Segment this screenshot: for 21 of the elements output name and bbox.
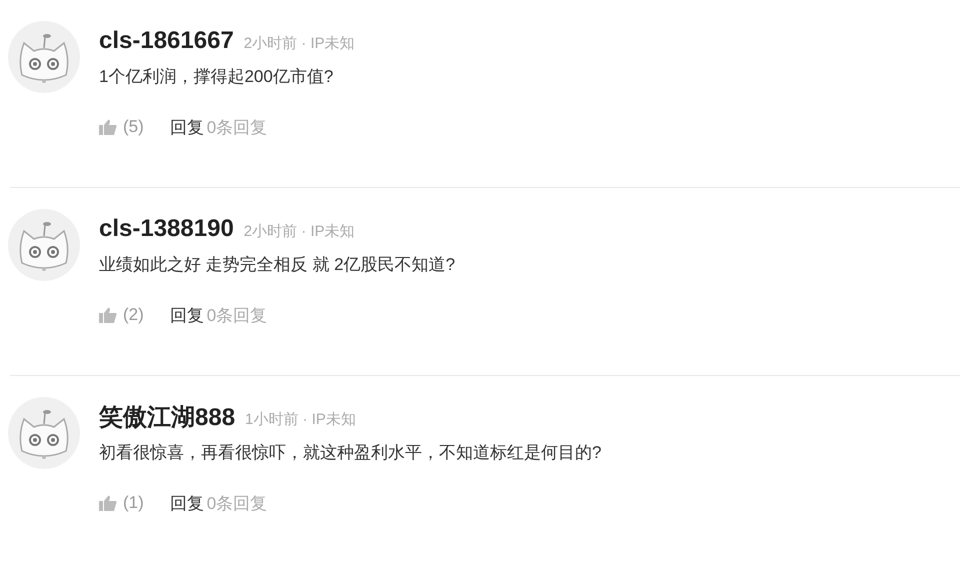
thumbs-up-icon[interactable] — [99, 495, 117, 511]
comment-text: 1个亿利润，撑得起200亿市值? — [99, 66, 334, 88]
user-name: cls-1861667 — [99, 27, 234, 55]
like-count: (1) — [123, 493, 144, 513]
user-name: 笑傲江湖888 — [99, 403, 236, 433]
comment-text: 业绩如此之好 走势完全相反 就 2亿股民不知道? — [99, 254, 456, 276]
reply-button[interactable]: 回复 — [170, 116, 204, 138]
like-count: (5) — [123, 117, 144, 137]
comment-text: 初看很惊喜，再看很惊吓，就这种盈利水平，不知道标红是何目的? — [99, 442, 602, 464]
avatar-icon — [8, 21, 80, 93]
reply-button[interactable]: 回复 — [170, 492, 204, 514]
comment-meta: 1小时前 · IP未知 — [245, 410, 356, 428]
thumbs-up-icon[interactable] — [99, 119, 117, 135]
reply-button[interactable]: 回复 — [170, 304, 204, 326]
thumbs-up-icon[interactable] — [99, 307, 117, 323]
comment-meta: 2小时前 · IP未知 — [244, 34, 355, 52]
avatar-icon — [8, 397, 80, 469]
comment-meta: 2小时前 · IP未知 — [244, 222, 355, 240]
avatar-icon — [8, 209, 80, 281]
like-count: (2) — [123, 305, 144, 325]
user-name: cls-1388190 — [99, 215, 234, 243]
